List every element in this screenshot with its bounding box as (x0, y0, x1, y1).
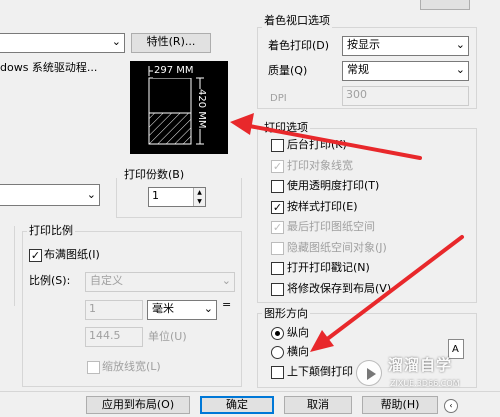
annotation-arrows (230, 113, 464, 352)
arrow-to-preview (230, 113, 422, 160)
arrow-to-landscape (310, 235, 464, 352)
